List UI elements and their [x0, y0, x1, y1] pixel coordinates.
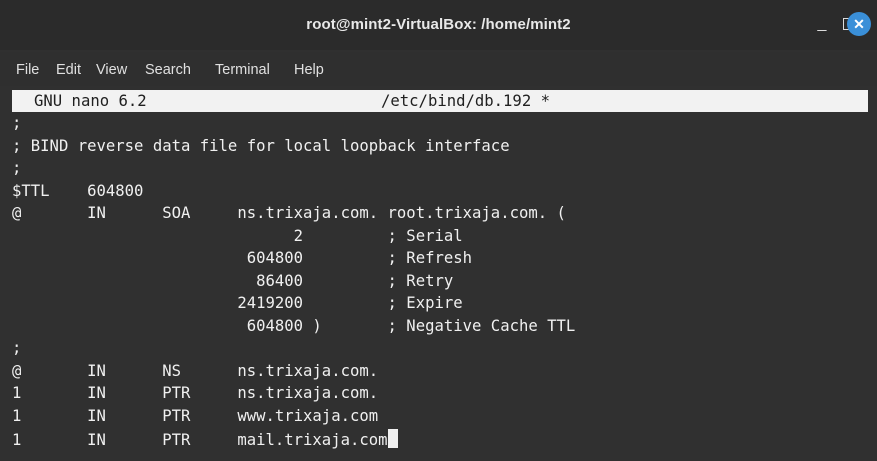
editor-line: @ IN NS ns.trixaja.com.: [12, 361, 379, 380]
menu-bar: File Edit View Search Terminal Help: [0, 52, 877, 86]
window-title: root@mint2-VirtualBox: /home/mint2: [306, 16, 571, 33]
menu-view[interactable]: View: [96, 62, 127, 78]
text-cursor: [387, 429, 398, 448]
close-button[interactable]: ✕: [847, 12, 871, 36]
menu-edit[interactable]: Edit: [56, 62, 81, 78]
editor-line: 1 IN PTR www.trixaja.com: [12, 406, 379, 425]
terminal-area[interactable]: GNU nano 6.2 /etc/bind/db.192 * ; ; BIND…: [0, 88, 877, 461]
minimize-button[interactable]: _: [810, 12, 834, 36]
editor-line: 86400 ; Retry: [12, 271, 454, 290]
editor-line: 2419200 ; Expire: [12, 294, 463, 312]
editor-line: 2 ; Serial: [12, 226, 463, 245]
menu-file[interactable]: File: [16, 62, 39, 78]
editor-line: @ IN SOA ns.trixaja.com. root.trixaja.co…: [12, 204, 566, 222]
editor-line: ;: [12, 114, 22, 132]
nano-title-bar: GNU nano 6.2 /etc/bind/db.192 *: [12, 90, 868, 112]
editor-line: ; BIND reverse data file for local loopb…: [12, 136, 510, 155]
menu-terminal[interactable]: Terminal: [215, 62, 270, 78]
nano-filename: /etc/bind/db.192 *: [381, 92, 550, 110]
terminal-window: root@mint2-VirtualBox: /home/mint2 _ ✕ F…: [0, 0, 877, 461]
editor-line: 604800 ; Refresh: [12, 249, 473, 267]
editor-line: 604800 ) ; Negative Cache TTL: [12, 316, 576, 335]
nano-version: GNU nano 6.2: [34, 92, 147, 110]
editor-line: $TTL 604800: [12, 181, 144, 200]
editor-line: ;: [12, 339, 22, 357]
title-bar[interactable]: root@mint2-VirtualBox: /home/mint2 _ ✕: [0, 0, 877, 50]
editor-line: ;: [12, 159, 22, 177]
editor-line: 1 IN PTR ns.trixaja.com.: [12, 384, 379, 402]
editor-line-current: 1 IN PTR mail.trixaja.com: [12, 429, 398, 451]
menu-help[interactable]: Help: [294, 62, 324, 78]
editor-line-text: 1 IN PTR mail.trixaja.com: [12, 431, 388, 449]
menu-search[interactable]: Search: [145, 62, 191, 78]
